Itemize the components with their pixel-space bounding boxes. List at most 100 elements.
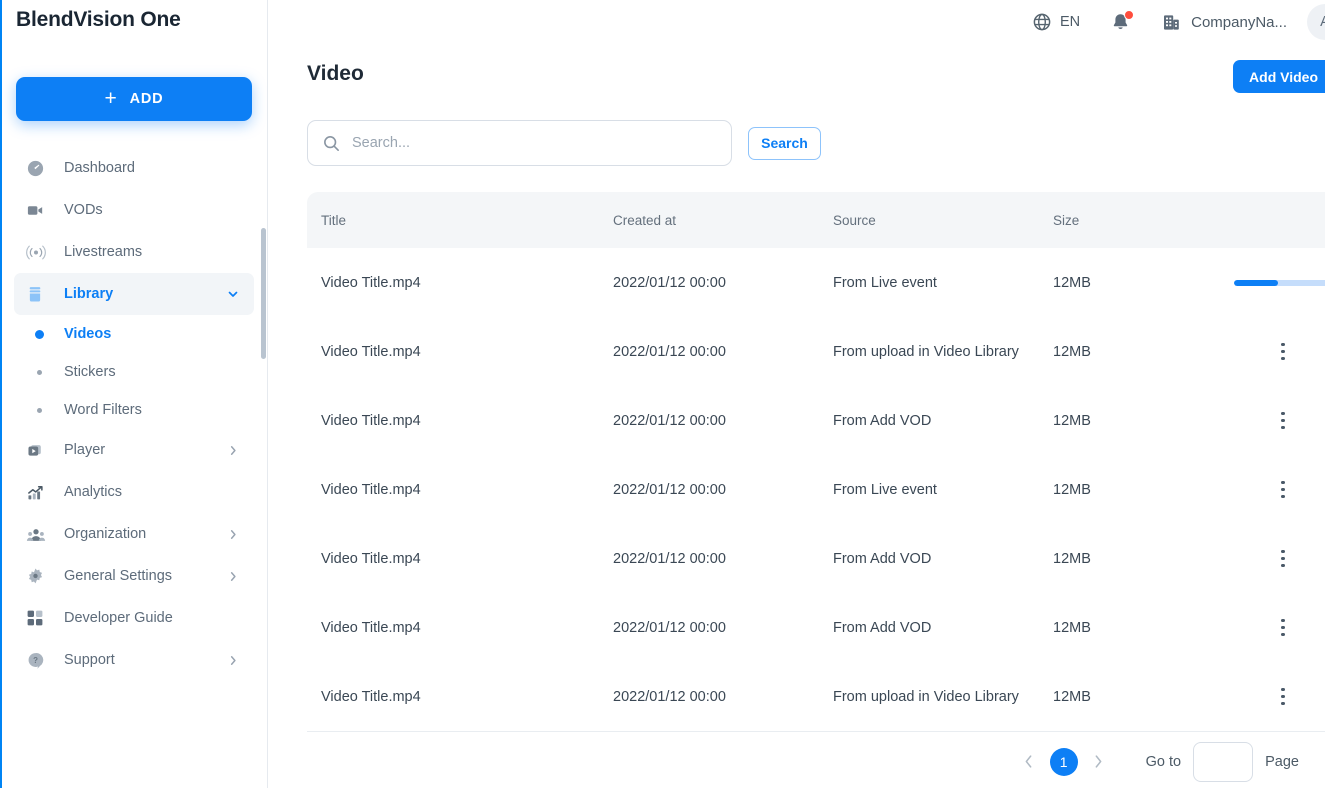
cell-size: 12MB bbox=[1053, 481, 1091, 498]
video-table-card: Title Created at Source Size Video Title… bbox=[307, 192, 1325, 788]
plus-icon: + bbox=[104, 86, 118, 110]
sidebar-item-label: Player bbox=[64, 442, 106, 458]
pagination-page-1[interactable]: 1 bbox=[1049, 747, 1078, 776]
player-stack-icon bbox=[26, 441, 52, 460]
cell-source: From upload in Video Library bbox=[833, 343, 1019, 360]
search-input[interactable]: Search... bbox=[307, 120, 732, 166]
cell-created-at: 2022/01/12 00:00 bbox=[613, 619, 726, 636]
column-header-source: Source bbox=[833, 212, 876, 228]
cell-actions bbox=[1203, 546, 1325, 572]
page-label: Page bbox=[1265, 753, 1299, 770]
pagination-next-button[interactable] bbox=[1084, 747, 1114, 777]
cell-created-at: 2022/01/12 00:00 bbox=[613, 343, 726, 360]
cell-actions bbox=[1203, 684, 1325, 710]
cell-created-at: 2022/01/12 00:00 bbox=[613, 481, 726, 498]
cell-size: 12MB bbox=[1053, 688, 1091, 705]
sidebar-subitem-stickers[interactable]: Stickers bbox=[14, 353, 254, 391]
cell-size: 12MB bbox=[1053, 412, 1091, 429]
sidebar-subitem-videos[interactable]: Videos bbox=[14, 315, 254, 353]
row-menu-icon[interactable] bbox=[1277, 546, 1289, 572]
table-row[interactable]: Video Title.mp4 2022/01/12 00:00 From Ad… bbox=[307, 524, 1325, 593]
sidebar-item-general-settings[interactable]: General Settings bbox=[14, 555, 254, 597]
table-row[interactable]: Video Title.mp4 2022/01/12 00:00 From Ad… bbox=[307, 593, 1325, 662]
cell-title: Video Title.mp4 bbox=[321, 274, 421, 291]
row-menu-icon[interactable] bbox=[1277, 477, 1289, 503]
sidebar-item-vods[interactable]: VODs bbox=[14, 189, 254, 231]
add-video-button[interactable]: Add Video bbox=[1233, 60, 1325, 93]
page-title: Video bbox=[307, 62, 364, 85]
avatar[interactable]: A bbox=[1307, 4, 1325, 40]
pagination: 1 Go to Page bbox=[307, 732, 1325, 788]
sidebar-item-dashboard[interactable]: Dashboard bbox=[14, 147, 254, 189]
sidebar-item-organization[interactable]: Organization bbox=[14, 513, 254, 555]
cell-actions bbox=[1203, 339, 1325, 365]
column-header-size: Size bbox=[1053, 212, 1080, 228]
question-bubble-icon: ? bbox=[26, 651, 52, 670]
cell-actions bbox=[1203, 279, 1325, 286]
bullet-dot-icon bbox=[26, 329, 52, 339]
cell-title: Video Title.mp4 bbox=[321, 343, 421, 360]
svg-text:?: ? bbox=[33, 655, 38, 664]
building-icon bbox=[1161, 12, 1182, 33]
chevron-down-icon bbox=[226, 287, 240, 301]
table-row[interactable]: Video Title.mp4 2022/01/12 00:00 From Li… bbox=[307, 455, 1325, 524]
cell-source: From Live event bbox=[833, 274, 937, 291]
cell-size: 12MB bbox=[1053, 343, 1091, 360]
search-icon bbox=[322, 134, 341, 153]
sidebar-item-support[interactable]: ? Support bbox=[14, 639, 254, 681]
cell-created-at: 2022/01/12 00:00 bbox=[613, 274, 726, 291]
language-label: EN bbox=[1059, 14, 1081, 30]
table-row[interactable]: Video Title.mp4 2022/01/12 00:00 From up… bbox=[307, 317, 1325, 386]
bar-chart-icon bbox=[26, 483, 52, 502]
company-name: CompanyNa... bbox=[1191, 13, 1287, 31]
left-accent-edge bbox=[0, 0, 2, 788]
topbar: EN CompanyNa... A bbox=[268, 0, 1325, 44]
search-button[interactable]: Search bbox=[748, 126, 821, 160]
row-menu-icon[interactable] bbox=[1277, 408, 1289, 434]
row-menu-icon[interactable] bbox=[1277, 339, 1289, 365]
upload-progress-bar bbox=[1234, 279, 1325, 286]
goto-label: Go to bbox=[1145, 753, 1182, 770]
search-row: Search... Search bbox=[307, 120, 821, 166]
column-header-title: Title bbox=[321, 212, 347, 228]
sidebar-item-label: Organization bbox=[64, 526, 147, 542]
sidebar-item-label: Library bbox=[64, 286, 114, 302]
sidebar-item-livestreams[interactable]: Livestreams bbox=[14, 231, 254, 273]
chevron-right-icon bbox=[227, 444, 240, 457]
table-header-row: Title Created at Source Size bbox=[307, 192, 1325, 248]
sidebar-item-label: Dashboard bbox=[64, 160, 135, 176]
language-selector[interactable]: EN bbox=[1032, 12, 1080, 32]
sidebar-item-label: Developer Guide bbox=[64, 610, 173, 626]
sidebar-item-analytics[interactable]: Analytics bbox=[14, 471, 254, 513]
cell-source: From Live event bbox=[833, 481, 937, 498]
cell-actions bbox=[1203, 477, 1325, 503]
globe-icon bbox=[1032, 12, 1052, 32]
table-row[interactable]: Video Title.mp4 2022/01/12 00:00 From Li… bbox=[307, 248, 1325, 317]
sidebar-subitem-label: Stickers bbox=[64, 364, 116, 380]
add-button-label: ADD bbox=[129, 91, 164, 107]
company-selector[interactable]: CompanyNa... bbox=[1161, 12, 1287, 33]
sidebar-item-library[interactable]: Library bbox=[14, 273, 254, 315]
sidebar-item-player[interactable]: Player bbox=[14, 429, 254, 471]
table-row[interactable]: Video Title.mp4 2022/01/12 00:00 From Ad… bbox=[307, 386, 1325, 455]
brand-title: BlendVision One bbox=[16, 8, 181, 31]
cell-created-at: 2022/01/12 00:00 bbox=[613, 412, 726, 429]
row-menu-icon[interactable] bbox=[1277, 684, 1289, 710]
chevron-right-icon bbox=[227, 570, 240, 583]
sidebar-subitem-label: Word Filters bbox=[64, 402, 142, 418]
add-button[interactable]: + ADD bbox=[16, 77, 252, 121]
row-menu-icon[interactable] bbox=[1277, 615, 1289, 641]
upload-progress-fill bbox=[1234, 279, 1278, 286]
cell-title: Video Title.mp4 bbox=[321, 619, 421, 636]
table-row[interactable]: Video Title.mp4 2022/01/12 00:00 From up… bbox=[307, 662, 1325, 731]
goto-page-input[interactable] bbox=[1193, 741, 1254, 782]
bullet-dot-icon bbox=[26, 407, 52, 413]
cell-size: 12MB bbox=[1053, 274, 1091, 291]
sidebar-scrollbar-thumb[interactable] bbox=[261, 228, 266, 359]
sidebar-item-developer-guide[interactable]: Developer Guide bbox=[14, 597, 254, 639]
notifications-button[interactable] bbox=[1110, 9, 1135, 33]
sidebar-item-label: General Settings bbox=[64, 568, 173, 584]
app-root: BlendVision One + ADD Dashboard VODs Liv… bbox=[0, 0, 1325, 788]
pagination-prev-button[interactable] bbox=[1014, 747, 1044, 777]
sidebar-subitem-word-filters[interactable]: Word Filters bbox=[14, 391, 254, 429]
